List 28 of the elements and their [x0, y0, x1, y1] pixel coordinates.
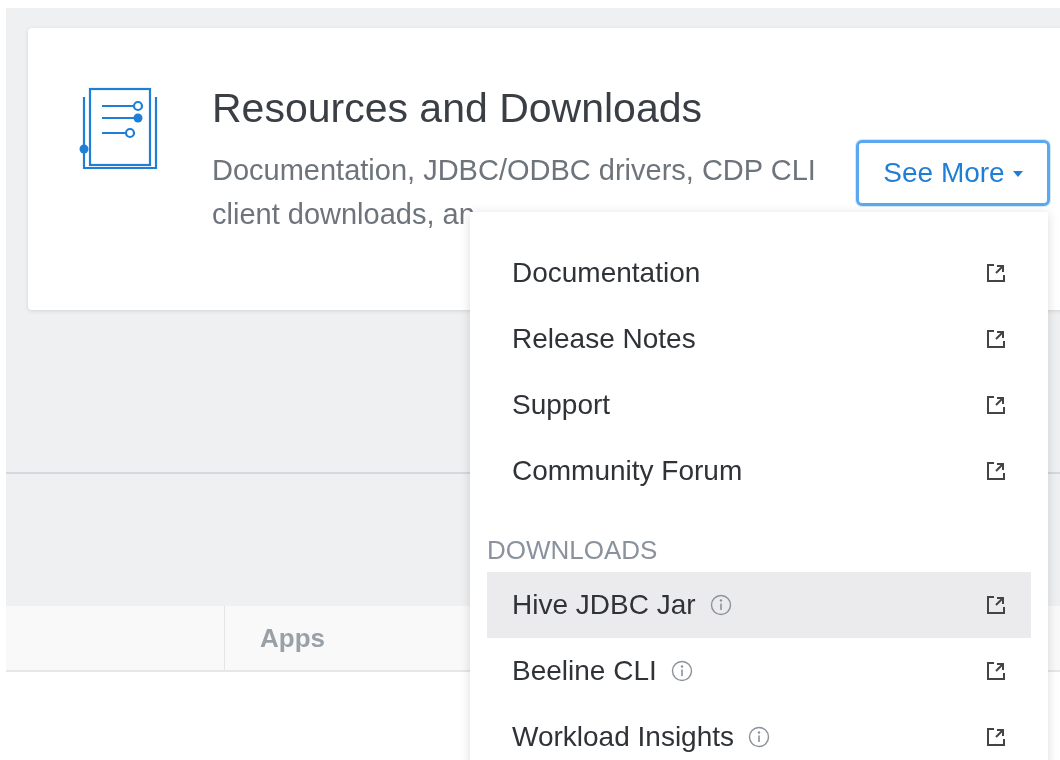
- menu-item-label: Support: [512, 389, 611, 421]
- menu-item-label: Release Notes: [512, 323, 696, 355]
- external-link-icon: [986, 263, 1006, 283]
- external-link-icon: [986, 461, 1006, 481]
- menu-item[interactable]: Hive JDBC Jar: [487, 572, 1031, 638]
- column-header: Apps: [259, 622, 325, 655]
- external-link-icon: [986, 329, 1006, 349]
- menu-item[interactable]: Release Notes: [487, 306, 1031, 372]
- external-link-icon: [986, 661, 1006, 681]
- menu-item-label: Beeline CLI: [512, 655, 657, 687]
- menu-item-label: Community Forum: [512, 455, 743, 487]
- menu-item[interactable]: Support: [487, 372, 1031, 438]
- menu-item[interactable]: Beeline CLI: [487, 638, 1031, 704]
- info-icon[interactable]: [709, 594, 732, 616]
- caret-icon: [1012, 171, 1023, 177]
- external-link-icon: [986, 395, 1006, 415]
- menu-item[interactable]: Documentation: [487, 240, 1031, 306]
- card-title: Resources and Downloads: [212, 84, 703, 132]
- info-icon[interactable]: [748, 726, 771, 748]
- external-link-icon: [986, 727, 1006, 747]
- menu-item-label: Documentation: [512, 257, 701, 289]
- menu-item[interactable]: Community Forum: [487, 438, 1031, 504]
- menu-item-label: Workload Insights: [512, 721, 735, 753]
- see-more-button[interactable]: See More: [856, 140, 1050, 206]
- external-link-icon: [986, 595, 1006, 615]
- section-heading: DOWNLOADS: [486, 534, 659, 567]
- info-icon[interactable]: [670, 660, 693, 682]
- menu-item-label: Hive JDBC Jar: [512, 589, 696, 621]
